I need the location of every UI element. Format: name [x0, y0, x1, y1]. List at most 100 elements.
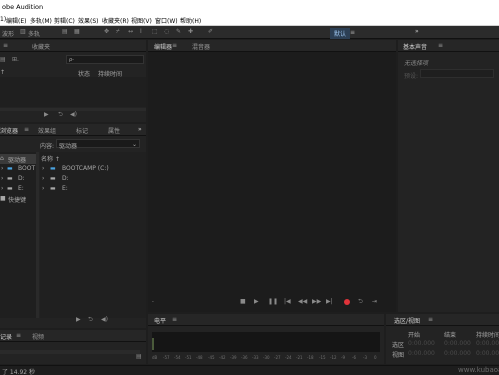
tab-menu-icon[interactable]: ≡: [16, 332, 21, 339]
loop-icon[interactable]: ⮌: [88, 317, 93, 323]
tree-item-shortcuts[interactable]: ■ 快捷键: [0, 194, 36, 204]
tab-menu-icon[interactable]: ≡: [428, 316, 433, 323]
browser-overflow-icon[interactable]: »: [138, 126, 142, 133]
sort-arrow-icon: ↑: [0, 69, 6, 76]
multitrack-mode-button[interactable]: 多轨: [28, 29, 40, 38]
waveform-mode-button[interactable]: 波形: [2, 29, 14, 38]
stop-icon[interactable]: ■: [240, 299, 246, 305]
skip-forward-icon[interactable]: ▶|: [326, 299, 333, 305]
tab-essential-sound[interactable]: 基本声音: [403, 42, 427, 51]
tab-effects-rack[interactable]: 效果组: [38, 126, 56, 135]
tree-splitter[interactable]: [36, 152, 39, 318]
tree-label-shortcuts: 快捷键: [8, 197, 27, 204]
tab-menu-icon[interactable]: ≡: [172, 316, 177, 323]
preset-dropdown[interactable]: [420, 69, 494, 78]
spectral-icon[interactable]: ▤: [62, 29, 68, 35]
drive-icon: ▬: [7, 185, 13, 192]
loop-icon[interactable]: ⮌: [58, 112, 63, 118]
move-tool-icon[interactable]: ✥: [104, 29, 109, 35]
brush-icon[interactable]: ✎: [176, 29, 181, 35]
content-dropdown[interactable]: 驱动器 ⌄: [56, 139, 140, 150]
tab-selection-view[interactable]: 选区/视图: [394, 316, 420, 325]
fast-forward-icon[interactable]: ▶▶: [312, 299, 321, 305]
slip-tool-icon[interactable]: ↔: [128, 29, 133, 35]
row-selection-label: 选区: [392, 342, 405, 349]
drive-icon: ▬: [50, 175, 56, 182]
workspace-overflow-icon[interactable]: »: [415, 28, 419, 35]
play-icon[interactable]: ▶: [254, 299, 259, 305]
menu-item-window[interactable]: 窗口(W): [155, 16, 178, 25]
menu-item-view[interactable]: 视图(V): [131, 16, 152, 25]
heal-icon[interactable]: ✚: [188, 29, 193, 35]
level-tick-label: dB: [152, 355, 158, 360]
list-item[interactable]: › ▬ E:: [40, 184, 146, 194]
app-title: obe Audition: [2, 3, 44, 11]
selection-duration-field[interactable]: 0:00.000: [476, 340, 499, 347]
skip-selection-icon[interactable]: ⇥: [372, 299, 377, 305]
lasso-icon[interactable]: ◌: [164, 29, 169, 35]
menu-item-edit[interactable]: 编辑(E): [6, 16, 26, 25]
time-selection-icon[interactable]: I: [140, 29, 142, 35]
pencil-icon[interactable]: ✐: [208, 29, 213, 35]
import-icon[interactable]: ⊞.: [12, 57, 19, 63]
row-view-label: 视图: [392, 352, 405, 359]
selection-end-field[interactable]: 0:00.000: [444, 340, 471, 347]
tab-menu-icon[interactable]: ≡: [24, 126, 29, 133]
open-file-icon[interactable]: ▤: [0, 57, 6, 63]
history-scrollbar[interactable]: [0, 350, 140, 354]
play-icon[interactable]: ▶: [44, 112, 49, 118]
col-name-header[interactable]: 名称 ↑: [41, 154, 60, 163]
play-icon[interactable]: ▶: [76, 317, 81, 323]
toolbar: 波形 ▥ 多轨 ▤ ▦ ✥ ⌿ ↔ I ⬚ ◌ ✎ ✚ ✐ 默认 ≡ »: [0, 26, 499, 39]
list-item[interactable]: › ▬ D:: [40, 174, 146, 184]
menu-item-multitrack[interactable]: 多轨(M): [30, 16, 52, 25]
files-search-input[interactable]: ρ-: [66, 55, 144, 64]
menu-item-effects[interactable]: 效果(S): [78, 16, 99, 25]
history-panel: 记录 ≡ 视频 ▤: [0, 330, 146, 364]
tab-mixer[interactable]: 混音器: [192, 42, 210, 51]
tab-levels[interactable]: 电平: [154, 316, 166, 325]
list-item[interactable]: › ▬ BOOTCAMP (C:): [40, 164, 146, 174]
drive-icon: ▬: [50, 185, 56, 192]
files-tab-menu-icon[interactable]: ≡: [3, 42, 8, 49]
files-list[interactable]: [0, 77, 146, 107]
razor-tool-icon[interactable]: ⌿: [116, 29, 120, 35]
tab-favorites[interactable]: 收藏夹: [32, 42, 50, 51]
tab-media-browser[interactable]: 浏览器: [0, 126, 18, 135]
tab-history[interactable]: 记录: [0, 332, 12, 341]
tab-menu-icon[interactable]: ≡: [438, 42, 443, 49]
tab-editor[interactable]: 编辑器: [154, 42, 172, 51]
menu-item-favorites[interactable]: 收藏夹(R): [102, 16, 129, 25]
volume-icon[interactable]: ◀): [70, 112, 77, 118]
tree-item-d[interactable]: › ▬ D:: [0, 174, 36, 184]
menu-item-clip[interactable]: 剪辑(C): [54, 16, 75, 25]
marquee-icon[interactable]: ⬚: [152, 29, 158, 35]
volume-icon[interactable]: ◀): [101, 317, 108, 323]
delete-icon[interactable]: ▤: [136, 354, 142, 360]
tab-properties[interactable]: 属性: [108, 126, 120, 135]
menu-item-help[interactable]: 帮助(H): [180, 16, 201, 25]
tree-item-boot[interactable]: › ▬ BOOT: [0, 164, 36, 174]
workspace-default-button[interactable]: 默认: [330, 28, 351, 39]
workspace-menu-icon[interactable]: ≡: [350, 29, 355, 36]
tab-video[interactable]: 视频: [32, 332, 44, 341]
rewind-icon[interactable]: ◀◀: [298, 299, 307, 305]
drive-icon: ⌂: [0, 155, 4, 162]
record-icon[interactable]: [344, 299, 350, 305]
expand-icon: ›: [42, 175, 45, 182]
tab-menu-icon[interactable]: ≡: [172, 42, 177, 49]
view-duration-field[interactable]: 0:00.000: [476, 350, 499, 357]
view-start-field[interactable]: 0:00.000: [408, 350, 435, 357]
tree-item-e[interactable]: › ▬ E:: [0, 184, 36, 194]
loop-icon[interactable]: ⮌: [358, 299, 363, 305]
skip-back-icon[interactable]: |◀: [284, 299, 291, 305]
pitch-icon[interactable]: ▦: [74, 29, 80, 35]
tab-markers[interactable]: 标记: [76, 126, 88, 135]
expand-icon: ›: [42, 185, 45, 192]
selection-start-field[interactable]: 0:00.000: [408, 340, 435, 347]
view-end-field[interactable]: 0:00.000: [444, 350, 471, 357]
pause-icon[interactable]: ❚❚: [268, 299, 278, 305]
level-tick-label: -3: [363, 355, 367, 360]
tree-item-drives[interactable]: ⌂ 驱动器: [0, 154, 36, 164]
menu-bar: 1) 编辑(E) 多轨(M) 剪辑(C) 效果(S) 收藏夹(R) 视图(V) …: [0, 14, 499, 26]
